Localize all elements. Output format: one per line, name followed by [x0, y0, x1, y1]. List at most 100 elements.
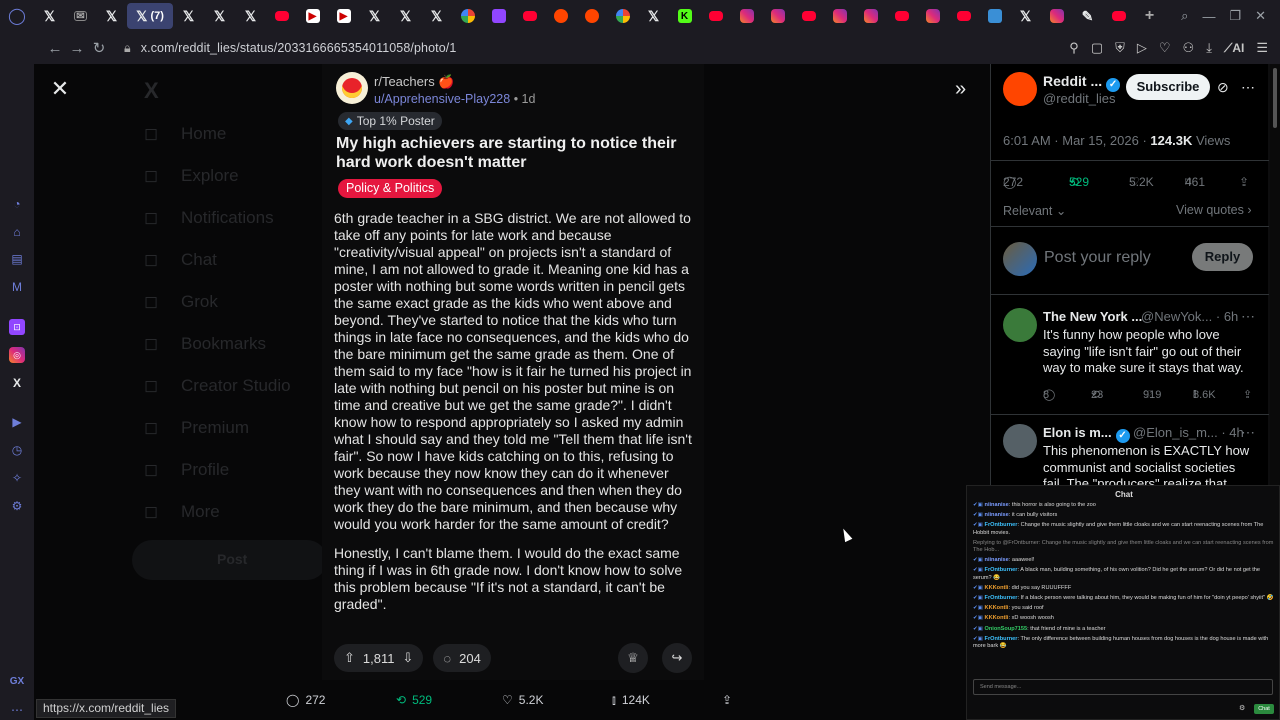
- menu-icon[interactable]: ☰: [1256, 40, 1268, 56]
- tab[interactable]: ▶: [297, 3, 328, 29]
- tab[interactable]: ✉: [65, 3, 96, 29]
- tab[interactable]: [266, 3, 297, 29]
- share-icon[interactable]: ⇪: [722, 693, 732, 707]
- collapse-panel-icon[interactable]: »: [955, 78, 966, 101]
- pin-icon[interactable]: ⚲: [1069, 40, 1079, 56]
- author-handle[interactable]: @reddit_lies: [1043, 91, 1115, 106]
- reload-icon[interactable]: ↻: [88, 39, 110, 57]
- notes-icon[interactable]: ▤: [9, 251, 25, 267]
- back-icon[interactable]: ←: [44, 40, 66, 57]
- shield-icon[interactable]: ⛨: [1115, 40, 1125, 56]
- bookmark-stat[interactable]: ⌑ 461: [1185, 175, 1205, 189]
- tab[interactable]: [483, 3, 514, 29]
- tab[interactable]: ✎: [1072, 3, 1103, 29]
- new-tab-button[interactable]: +: [1134, 3, 1165, 29]
- tab[interactable]: [886, 3, 917, 29]
- chat-send-button[interactable]: Chat: [1254, 704, 1274, 714]
- ai-button[interactable]: ⟋AI: [1224, 41, 1244, 56]
- tab[interactable]: 𝕏: [421, 3, 452, 29]
- m-icon[interactable]: M: [9, 279, 25, 295]
- tab[interactable]: [762, 3, 793, 29]
- history-icon[interactable]: ◷: [9, 442, 25, 458]
- reply-stat[interactable]: ◯ 272: [1003, 175, 1023, 189]
- tab[interactable]: [855, 3, 886, 29]
- close-window-icon[interactable]: ✕: [1255, 8, 1266, 24]
- heart-icon[interactable]: ♡: [1159, 40, 1171, 56]
- more-options-icon[interactable]: ⋯: [1241, 79, 1255, 96]
- more-icon[interactable]: ⋯: [9, 702, 25, 718]
- like-action[interactable]: ♡ 5.2K: [502, 693, 543, 707]
- chat-input[interactable]: Send message...: [973, 679, 1273, 695]
- reply-avatar[interactable]: [1003, 308, 1037, 342]
- forward-icon[interactable]: →: [66, 40, 88, 57]
- tab[interactable]: 𝕏: [359, 3, 390, 29]
- reply-more-icon[interactable]: ⋯: [1241, 424, 1255, 441]
- tab[interactable]: 𝕏: [34, 3, 65, 29]
- reply-avatar[interactable]: [1003, 424, 1037, 458]
- repost-action[interactable]: ⟲ 529: [396, 693, 432, 707]
- chat-settings-icon[interactable]: ⚙: [1239, 704, 1245, 712]
- aria-icon[interactable]: ◔: [9, 196, 25, 212]
- tab[interactable]: [576, 3, 607, 29]
- reply-share-icon[interactable]: ⇪: [1243, 388, 1252, 401]
- tab[interactable]: 𝕏: [96, 3, 127, 29]
- x-icon[interactable]: X: [9, 375, 25, 391]
- workspace-icon[interactable]: ⌂: [9, 224, 25, 240]
- tab[interactable]: 𝕏: [235, 3, 266, 29]
- tab[interactable]: [1041, 3, 1072, 29]
- tab[interactable]: [731, 3, 762, 29]
- tab[interactable]: [793, 3, 824, 29]
- view-quotes-link[interactable]: View quotes ›: [1176, 203, 1252, 217]
- tab[interactable]: [1103, 3, 1134, 29]
- reply-more-icon[interactable]: ⋯: [1241, 308, 1255, 325]
- tab[interactable]: 𝕏: [638, 3, 669, 29]
- author-name[interactable]: Reddit ... ✓: [1043, 73, 1121, 92]
- tab[interactable]: 𝕏: [173, 3, 204, 29]
- reply-author-name[interactable]: Elon is m... ✓: [1043, 425, 1130, 443]
- download-icon[interactable]: ⤓: [1206, 40, 1212, 56]
- maximize-icon[interactable]: ❐: [1229, 8, 1241, 24]
- extensions-icon[interactable]: ✧: [9, 470, 25, 486]
- tab[interactable]: 𝕏: [204, 3, 235, 29]
- tab[interactable]: 𝕏: [1010, 3, 1041, 29]
- reply-input[interactable]: Post your reply: [1044, 249, 1151, 267]
- tab[interactable]: [452, 3, 483, 29]
- tab[interactable]: K: [669, 3, 700, 29]
- tab[interactable]: [917, 3, 948, 29]
- reply-reply-stat[interactable]: ◯ 8: [1043, 388, 1055, 402]
- wallet-icon[interactable]: ⚇: [1183, 40, 1195, 56]
- url-field[interactable]: 🔒︎ x.com/reddit_lies/status/2033166665354…: [124, 41, 456, 56]
- settings-icon[interactable]: ⚙: [9, 498, 25, 514]
- reply-views-stat[interactable]: ⫾ 8.6K: [1193, 388, 1216, 401]
- tab[interactable]: [607, 3, 638, 29]
- reply-repost-stat[interactable]: ⟲ 23: [1091, 388, 1103, 402]
- tab[interactable]: [700, 3, 731, 29]
- tab[interactable]: [948, 3, 979, 29]
- twitch-icon[interactable]: ⊡: [9, 319, 25, 335]
- tab[interactable]: 𝕏: [390, 3, 421, 29]
- instagram-icon[interactable]: ◎: [9, 347, 25, 363]
- snapshot-icon[interactable]: ▢: [1091, 40, 1103, 56]
- reply-author-name[interactable]: The New York ...: [1043, 309, 1142, 324]
- share-icon[interactable]: ⇪: [1239, 175, 1249, 189]
- tab[interactable]: [979, 3, 1010, 29]
- player-icon[interactable]: ▶: [9, 414, 25, 430]
- subscribe-button[interactable]: Subscribe: [1126, 74, 1210, 100]
- reply-like-stat[interactable]: ♡ 919: [1143, 388, 1161, 402]
- repost-stat[interactable]: ⟲ 529: [1069, 175, 1089, 189]
- send-icon[interactable]: ▷: [1137, 40, 1147, 56]
- gx-icon[interactable]: GX: [9, 673, 25, 689]
- tab-active[interactable]: 𝕏 (7): [127, 3, 173, 29]
- like-stat[interactable]: ♡ 5.2K: [1129, 175, 1154, 189]
- tab[interactable]: ▶: [328, 3, 359, 29]
- tab[interactable]: [514, 3, 545, 29]
- minimize-icon[interactable]: —: [1202, 9, 1215, 24]
- opera-menu-icon[interactable]: ◯: [0, 0, 34, 32]
- close-icon[interactable]: ✕: [50, 78, 70, 100]
- views-action[interactable]: ⫾ 124K: [612, 693, 650, 708]
- reply-button[interactable]: Reply: [1192, 243, 1253, 271]
- author-avatar[interactable]: [1003, 72, 1037, 106]
- tab[interactable]: [545, 3, 576, 29]
- tab[interactable]: [824, 3, 855, 29]
- grok-icon[interactable]: ⊘: [1217, 79, 1229, 96]
